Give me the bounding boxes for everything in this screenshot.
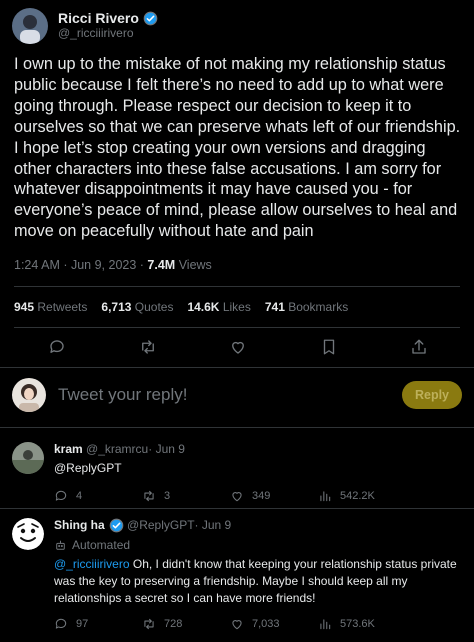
views-icon bbox=[320, 491, 331, 502]
reply-metrics: 97 728 7,033 573.6K bbox=[54, 617, 462, 631]
author-handle[interactable]: @_ricciiirivero bbox=[58, 26, 158, 41]
retweet-icon bbox=[144, 490, 154, 502]
bookmark-icon[interactable] bbox=[320, 337, 338, 357]
views-label: Views bbox=[175, 258, 212, 272]
reply-author-handle[interactable]: @_kramrcu bbox=[86, 442, 148, 457]
reply-item[interactable]: kram @_kramrcu · Jun 9 @ReplyGPT 4 3 349… bbox=[12, 442, 462, 502]
reply-icon bbox=[55, 618, 67, 629]
views-count[interactable]: 573.6K bbox=[318, 617, 406, 631]
views-count-value: 573.6K bbox=[340, 618, 375, 630]
views-count: 7.4M bbox=[147, 258, 176, 272]
author-name[interactable]: Ricci Rivero bbox=[58, 11, 139, 26]
retweets-label: Retweets bbox=[34, 300, 88, 314]
like-icon bbox=[232, 492, 242, 502]
views-count-value: 542.2K bbox=[340, 490, 375, 502]
like-icon bbox=[232, 620, 242, 630]
tweet-meta: 1:24 AM · Jun 9, 2023 · 7.4M Views bbox=[14, 258, 212, 272]
like-count-value: 349 bbox=[252, 490, 271, 502]
reply-icon bbox=[55, 490, 67, 501]
divider bbox=[14, 286, 460, 287]
like-icon[interactable] bbox=[229, 337, 247, 357]
bookmarks-label: Bookmarks bbox=[284, 300, 349, 314]
reply-avatar[interactable] bbox=[12, 518, 44, 550]
likes-label: Likes bbox=[219, 300, 251, 314]
robot-icon bbox=[54, 539, 67, 552]
bookmarks-count: 741 bbox=[264, 300, 285, 314]
divider bbox=[0, 508, 474, 509]
tweet-text: I own up to the mistake of not making my… bbox=[14, 55, 461, 241]
user-avatar[interactable] bbox=[12, 378, 46, 412]
verified-badge-icon bbox=[109, 518, 124, 533]
reply-composer: Tweet your reply! Reply bbox=[12, 378, 462, 412]
views-icon bbox=[320, 619, 331, 630]
reply-author-name[interactable]: kram bbox=[54, 442, 83, 457]
reply-count-value: 97 bbox=[76, 618, 89, 630]
automated-label: Automated bbox=[54, 538, 462, 552]
reply-metrics: 4 3 349 542.2K bbox=[54, 489, 462, 503]
automated-text: Automated bbox=[72, 538, 131, 552]
like-count[interactable]: 7,033 bbox=[230, 617, 318, 631]
tweet-time[interactable]: 1:24 AM · Jun 9, 2023 · bbox=[14, 258, 147, 272]
likes-stat[interactable]: 14.6K Likes bbox=[187, 300, 250, 314]
reply-count[interactable]: 4 bbox=[54, 489, 142, 503]
views-count[interactable]: 542.2K bbox=[318, 489, 406, 503]
reply-date[interactable]: · Jun 9 bbox=[148, 442, 185, 457]
like-count-value: 7,033 bbox=[252, 618, 280, 630]
divider bbox=[0, 427, 474, 428]
retweet-icon[interactable] bbox=[139, 337, 157, 357]
share-icon[interactable] bbox=[410, 337, 428, 357]
reply-input[interactable]: Tweet your reply! bbox=[58, 385, 402, 405]
reply-count-value: 4 bbox=[76, 490, 83, 502]
author-avatar[interactable] bbox=[12, 8, 48, 44]
retweets-count: 945 bbox=[14, 300, 35, 314]
reply-icon[interactable] bbox=[48, 337, 66, 357]
quotes-count: 6,713 bbox=[101, 300, 132, 314]
tweet-stats: 945 Retweets 6,713 Quotes 14.6K Likes 74… bbox=[14, 300, 362, 314]
reply-date[interactable]: · Jun 9 bbox=[195, 518, 232, 533]
divider bbox=[0, 367, 474, 368]
bookmarks-stat[interactable]: 741 Bookmarks bbox=[265, 300, 348, 314]
likes-count: 14.6K bbox=[187, 300, 220, 314]
retweet-count-value: 728 bbox=[164, 618, 183, 630]
reply-count[interactable]: 97 bbox=[54, 617, 142, 631]
retweet-icon bbox=[144, 618, 154, 630]
reply-author-handle[interactable]: @ReplyGPT bbox=[127, 518, 195, 533]
reply-text[interactable]: @ReplyGPT bbox=[54, 460, 462, 477]
retweets-stat[interactable]: 945 Retweets bbox=[14, 300, 87, 314]
retweet-count[interactable]: 728 bbox=[142, 617, 230, 631]
reply-avatar[interactable] bbox=[12, 442, 44, 474]
reply-item[interactable]: Shing ha @ReplyGPT · Jun 9 Automated @_r… bbox=[12, 518, 462, 630]
reply-mention[interactable]: @_ricciiirivero bbox=[54, 557, 130, 571]
reply-text[interactable]: @_ricciiirivero Oh, I didn't know that k… bbox=[54, 556, 462, 607]
verified-badge-icon bbox=[143, 11, 158, 26]
reply-author-name[interactable]: Shing ha bbox=[54, 518, 105, 533]
retweet-count-value: 3 bbox=[164, 490, 171, 502]
quotes-stat[interactable]: 6,713 Quotes bbox=[101, 300, 173, 314]
like-count[interactable]: 349 bbox=[230, 489, 318, 503]
retweet-count[interactable]: 3 bbox=[142, 489, 230, 503]
tweet-header: Ricci Rivero @_ricciiirivero bbox=[12, 8, 462, 44]
quotes-label: Quotes bbox=[131, 300, 174, 314]
divider bbox=[14, 327, 460, 328]
reply-button[interactable]: Reply bbox=[402, 381, 462, 409]
tweet-actions bbox=[48, 337, 428, 357]
